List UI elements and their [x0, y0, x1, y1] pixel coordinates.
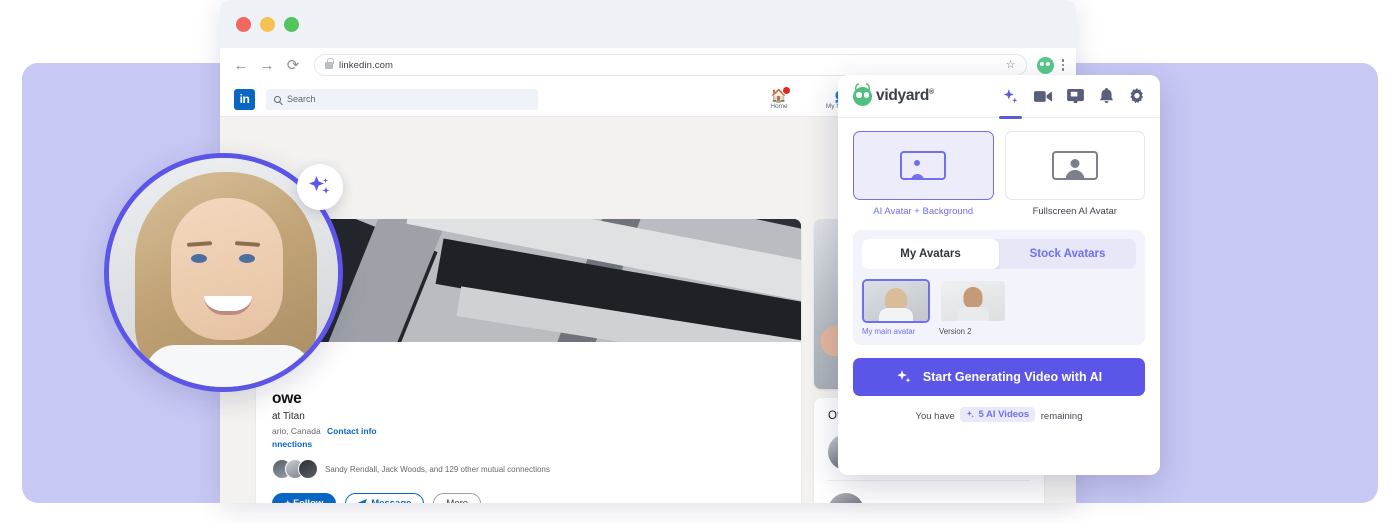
avatar-tabs: My Avatars Stock Avatars — [862, 239, 1136, 269]
quota-prefix: You have — [915, 411, 955, 422]
more-button[interactable]: More — [433, 493, 482, 503]
quota-status: You have 5 AI Videos remaining — [838, 407, 1160, 422]
profile-headline: at Titan — [272, 411, 305, 422]
vidyard-header-icons — [999, 88, 1145, 119]
mode-fullscreen-ai-avatar[interactable]: Fullscreen AI Avatar — [1004, 131, 1145, 217]
ai-sparkles-icon[interactable] — [999, 88, 1022, 119]
message-button-label: Message — [371, 498, 411, 503]
contact-info-link[interactable]: Contact info — [327, 426, 377, 436]
avatar-thumb-my-main-avatar[interactable]: My main avatar — [862, 279, 930, 336]
screenshot-stage: ← → ⟳ linkedin.com ☆ in Search 🏠 Home My… — [0, 0, 1400, 523]
mode-tile — [853, 131, 994, 200]
reload-icon[interactable]: ⟳ — [280, 52, 306, 78]
avatar-picker: My Avatars Stock Avatars My main avatar — [853, 230, 1145, 345]
ai-sparkle-badge — [297, 164, 343, 210]
tab-stock-avatars[interactable]: Stock Avatars — [999, 239, 1136, 269]
start-generating-video-button[interactable]: Start Generating Video with AI — [853, 358, 1145, 396]
quota-suffix: remaining — [1040, 411, 1083, 422]
gear-icon[interactable] — [1129, 88, 1145, 104]
mutual-connections-row[interactable]: Sandy Rendall, Jack Woods, and 129 other… — [272, 459, 785, 479]
window-minimize-button[interactable] — [260, 16, 275, 32]
nav-label-home: Home — [770, 102, 788, 110]
linkedin-logo[interactable]: in — [234, 88, 255, 110]
list-item[interactable] — [828, 481, 1030, 503]
fullscreen-avatar-icon — [1051, 151, 1098, 180]
avatar-thumb-label: My main avatar — [862, 327, 916, 336]
search-placeholder: Search — [287, 94, 316, 104]
url-text: linkedin.com — [339, 59, 394, 71]
vidyard-extension-icon[interactable] — [1036, 56, 1054, 74]
search-input[interactable]: Search — [266, 88, 538, 110]
notification-badge — [782, 85, 791, 95]
sparkles-icon — [967, 410, 975, 418]
vidyard-panel-header: vidyard® — [838, 75, 1160, 119]
address-bar[interactable]: linkedin.com ☆ — [314, 54, 1027, 76]
nav-item-home[interactable]: 🏠 Home — [758, 85, 800, 110]
vidyard-mascot-icon — [853, 82, 872, 106]
kebab-menu-icon[interactable] — [1061, 59, 1064, 71]
avatar-thumb-version-2[interactable]: Version 2 — [939, 279, 1007, 336]
mutual-avatar-stack — [272, 459, 318, 479]
avatar-thumbnail-image — [939, 279, 1007, 323]
vidyard-wordmark: vidyard® — [876, 87, 934, 104]
mode-selector: AI Avatar + Background Fullscreen AI Ava… — [853, 131, 1145, 217]
status-badge: 5 AI Videos — [960, 407, 1036, 422]
vidyard-logo[interactable]: vidyard® — [853, 82, 934, 106]
back-arrow-icon[interactable]: ← — [228, 52, 254, 78]
antennae-icon — [855, 82, 870, 91]
screen-share-icon[interactable] — [1067, 89, 1084, 103]
avatar-thumb-label: Version 2 — [939, 327, 972, 336]
profile-name: owe — [272, 390, 302, 407]
bell-icon[interactable] — [1099, 88, 1114, 104]
profile-location: ario, Canada — [272, 426, 321, 436]
profile-actions: + Follow Message More — [272, 493, 785, 503]
video-camera-icon[interactable] — [1034, 90, 1052, 103]
vidyard-panel-body: AI Avatar + Background Fullscreen AI Ava… — [838, 118, 1160, 345]
quota-count: 5 AI Videos — [978, 409, 1030, 420]
message-button[interactable]: Message — [345, 493, 425, 503]
mode-label: AI Avatar + Background — [873, 206, 974, 217]
sparkles-icon — [897, 370, 911, 383]
avatar-thumbnail-list: My main avatar Version 2 — [862, 279, 1136, 336]
lock-icon — [325, 58, 334, 69]
mutual-connections-text: Sandy Rendall, Jack Woods, and 129 other… — [325, 464, 550, 474]
search-icon — [274, 95, 281, 103]
send-icon — [358, 499, 368, 503]
window-maximize-button[interactable] — [284, 16, 299, 32]
sparkles-icon — [309, 176, 330, 194]
profile-location-row: ario, Canada Contact info — [272, 426, 785, 436]
window-close-button[interactable] — [236, 16, 251, 32]
follow-button[interactable]: + Follow — [272, 493, 337, 503]
mode-tile — [1004, 131, 1145, 200]
forward-arrow-icon[interactable]: → — [254, 52, 280, 78]
avatar — [828, 493, 864, 503]
vidyard-extension-panel: vidyard® AI Avatar + Background Fullscre… — [838, 75, 1160, 475]
cta-label: Start Generating Video with AI — [922, 370, 1103, 384]
avatar-with-background-icon — [900, 151, 947, 180]
bookmark-star-icon[interactable]: ☆ — [1006, 59, 1016, 71]
tab-my-avatars[interactable]: My Avatars — [862, 239, 999, 269]
profile-connections[interactable]: nnections — [272, 439, 785, 449]
mode-label: Fullscreen AI Avatar — [1032, 206, 1117, 217]
mode-ai-avatar-background[interactable]: AI Avatar + Background — [853, 131, 994, 217]
avatar-thumbnail-image — [862, 279, 930, 323]
browser-titlebar — [220, 0, 1076, 48]
